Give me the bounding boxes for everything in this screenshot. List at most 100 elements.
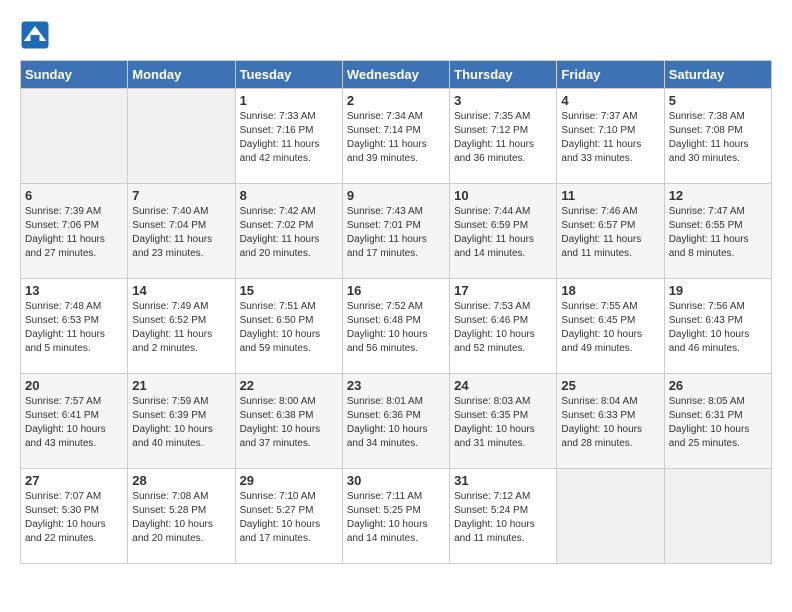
calendar-cell: 12 Sunrise: 7:47 AM Sunset: 6:55 PM Dayli… [664, 184, 771, 279]
day-number: 15 [240, 283, 338, 298]
day-info: Sunrise: 7:37 AM Sunset: 7:10 PM Dayligh… [561, 110, 659, 166]
day-number: 26 [669, 378, 767, 393]
weekday-header: Sunday [21, 61, 128, 89]
day-info: Sunrise: 7:49 AM Sunset: 6:52 PM Dayligh… [132, 300, 230, 356]
calendar-cell: 27 Sunrise: 7:07 AM Sunset: 5:30 PM Dayli… [21, 469, 128, 564]
calendar-cell: 13 Sunrise: 7:48 AM Sunset: 6:53 PM Dayli… [21, 279, 128, 374]
calendar-week-row: 1 Sunrise: 7:33 AM Sunset: 7:16 PM Daylig… [21, 89, 772, 184]
day-info: Sunrise: 7:52 AM Sunset: 6:48 PM Dayligh… [347, 300, 445, 356]
day-number: 11 [561, 188, 659, 203]
weekday-header: Friday [557, 61, 664, 89]
day-info: Sunrise: 8:05 AM Sunset: 6:31 PM Dayligh… [669, 395, 767, 451]
calendar-cell: 22 Sunrise: 8:00 AM Sunset: 6:38 PM Dayli… [235, 374, 342, 469]
calendar-cell [128, 89, 235, 184]
calendar-cell: 26 Sunrise: 8:05 AM Sunset: 6:31 PM Dayli… [664, 374, 771, 469]
day-number: 14 [132, 283, 230, 298]
day-info: Sunrise: 7:43 AM Sunset: 7:01 PM Dayligh… [347, 205, 445, 261]
day-info: Sunrise: 7:38 AM Sunset: 7:08 PM Dayligh… [669, 110, 767, 166]
day-number: 24 [454, 378, 552, 393]
day-info: Sunrise: 7:57 AM Sunset: 6:41 PM Dayligh… [25, 395, 123, 451]
day-number: 2 [347, 93, 445, 108]
calendar-cell [557, 469, 664, 564]
day-number: 28 [132, 473, 230, 488]
calendar-cell: 8 Sunrise: 7:42 AM Sunset: 7:02 PM Daylig… [235, 184, 342, 279]
weekday-header: Wednesday [342, 61, 449, 89]
day-number: 20 [25, 378, 123, 393]
day-info: Sunrise: 7:55 AM Sunset: 6:45 PM Dayligh… [561, 300, 659, 356]
day-info: Sunrise: 7:47 AM Sunset: 6:55 PM Dayligh… [669, 205, 767, 261]
weekday-header: Saturday [664, 61, 771, 89]
page-header [20, 20, 772, 50]
day-number: 5 [669, 93, 767, 108]
day-number: 17 [454, 283, 552, 298]
calendar-cell: 3Sunrise: 7:35 AM Sunset: 7:12 PM Daylig… [450, 89, 557, 184]
day-info: Sunrise: 8:04 AM Sunset: 6:33 PM Dayligh… [561, 395, 659, 451]
day-info: Sunrise: 7:40 AM Sunset: 7:04 PM Dayligh… [132, 205, 230, 261]
calendar-cell: 4 Sunrise: 7:37 AM Sunset: 7:10 PM Daylig… [557, 89, 664, 184]
calendar-week-row: 27 Sunrise: 7:07 AM Sunset: 5:30 PM Dayli… [21, 469, 772, 564]
calendar-week-row: 13 Sunrise: 7:48 AM Sunset: 6:53 PM Dayli… [21, 279, 772, 374]
day-number: 1 [240, 93, 338, 108]
calendar-week-row: 20 Sunrise: 7:57 AM Sunset: 6:41 PM Dayli… [21, 374, 772, 469]
calendar-cell: 29Sunrise: 7:10 AM Sunset: 5:27 PM Dayli… [235, 469, 342, 564]
calendar-cell [664, 469, 771, 564]
day-info: Sunrise: 7:59 AM Sunset: 6:39 PM Dayligh… [132, 395, 230, 451]
calendar-cell: 10Sunrise: 7:44 AM Sunset: 6:59 PM Dayli… [450, 184, 557, 279]
day-number: 18 [561, 283, 659, 298]
day-info: Sunrise: 8:00 AM Sunset: 6:38 PM Dayligh… [240, 395, 338, 451]
calendar-cell: 11Sunrise: 7:46 AM Sunset: 6:57 PM Dayli… [557, 184, 664, 279]
calendar-cell: 19 Sunrise: 7:56 AM Sunset: 6:43 PM Dayli… [664, 279, 771, 374]
day-number: 27 [25, 473, 123, 488]
day-number: 6 [25, 188, 123, 203]
calendar-cell: 21 Sunrise: 7:59 AM Sunset: 6:39 PM Dayli… [128, 374, 235, 469]
day-info: Sunrise: 7:34 AM Sunset: 7:14 PM Dayligh… [347, 110, 445, 166]
day-number: 23 [347, 378, 445, 393]
day-number: 4 [561, 93, 659, 108]
day-info: Sunrise: 7:07 AM Sunset: 5:30 PM Dayligh… [25, 490, 123, 546]
day-number: 8 [240, 188, 338, 203]
day-info: Sunrise: 7:48 AM Sunset: 6:53 PM Dayligh… [25, 300, 123, 356]
calendar-cell: 18 Sunrise: 7:55 AM Sunset: 6:45 PM Dayli… [557, 279, 664, 374]
day-info: Sunrise: 7:33 AM Sunset: 7:16 PM Dayligh… [240, 110, 338, 166]
calendar-cell: 7 Sunrise: 7:40 AM Sunset: 7:04 PM Daylig… [128, 184, 235, 279]
day-number: 30 [347, 473, 445, 488]
logo [20, 20, 54, 50]
calendar-cell: 2 Sunrise: 7:34 AM Sunset: 7:14 PM Daylig… [342, 89, 449, 184]
day-info: Sunrise: 7:51 AM Sunset: 6:50 PM Dayligh… [240, 300, 338, 356]
day-number: 22 [240, 378, 338, 393]
day-number: 16 [347, 283, 445, 298]
calendar-cell: 17 Sunrise: 7:53 AM Sunset: 6:46 PM Dayli… [450, 279, 557, 374]
day-number: 12 [669, 188, 767, 203]
calendar-cell: 31 Sunrise: 7:12 AM Sunset: 5:24 PM Dayli… [450, 469, 557, 564]
weekday-header: Thursday [450, 61, 557, 89]
day-info: Sunrise: 7:53 AM Sunset: 6:46 PM Dayligh… [454, 300, 552, 356]
calendar-cell: 28 Sunrise: 7:08 AM Sunset: 5:28 PM Dayli… [128, 469, 235, 564]
day-info: Sunrise: 7:56 AM Sunset: 6:43 PM Dayligh… [669, 300, 767, 356]
day-number: 21 [132, 378, 230, 393]
weekday-header: Tuesday [235, 61, 342, 89]
day-info: Sunrise: 7:11 AM Sunset: 5:25 PM Dayligh… [347, 490, 445, 546]
day-number: 25 [561, 378, 659, 393]
day-number: 7 [132, 188, 230, 203]
day-number: 19 [669, 283, 767, 298]
day-info: Sunrise: 7:39 AM Sunset: 7:06 PM Dayligh… [25, 205, 123, 261]
calendar-cell: 9Sunrise: 7:43 AM Sunset: 7:01 PM Daylig… [342, 184, 449, 279]
day-info: Sunrise: 8:01 AM Sunset: 6:36 PM Dayligh… [347, 395, 445, 451]
calendar-cell: 30 Sunrise: 7:11 AM Sunset: 5:25 PM Dayli… [342, 469, 449, 564]
calendar-cell: 1 Sunrise: 7:33 AM Sunset: 7:16 PM Daylig… [235, 89, 342, 184]
day-number: 13 [25, 283, 123, 298]
calendar-cell: 16 Sunrise: 7:52 AM Sunset: 6:48 PM Dayli… [342, 279, 449, 374]
calendar-cell: 23 Sunrise: 8:01 AM Sunset: 6:36 PM Dayli… [342, 374, 449, 469]
calendar-cell: 25 Sunrise: 8:04 AM Sunset: 6:33 PM Dayli… [557, 374, 664, 469]
day-info: Sunrise: 7:08 AM Sunset: 5:28 PM Dayligh… [132, 490, 230, 546]
day-info: Sunrise: 7:35 AM Sunset: 7:12 PM Dayligh… [454, 110, 552, 166]
day-number: 31 [454, 473, 552, 488]
logo-icon [20, 20, 50, 50]
calendar-cell: 5 Sunrise: 7:38 AM Sunset: 7:08 PM Daylig… [664, 89, 771, 184]
calendar-cell: 6 Sunrise: 7:39 AM Sunset: 7:06 PM Daylig… [21, 184, 128, 279]
calendar-cell: 20 Sunrise: 7:57 AM Sunset: 6:41 PM Dayli… [21, 374, 128, 469]
day-info: Sunrise: 7:12 AM Sunset: 5:24 PM Dayligh… [454, 490, 552, 546]
calendar-cell: 15 Sunrise: 7:51 AM Sunset: 6:50 PM Dayli… [235, 279, 342, 374]
weekday-header: Monday [128, 61, 235, 89]
day-info: Sunrise: 7:42 AM Sunset: 7:02 PM Dayligh… [240, 205, 338, 261]
